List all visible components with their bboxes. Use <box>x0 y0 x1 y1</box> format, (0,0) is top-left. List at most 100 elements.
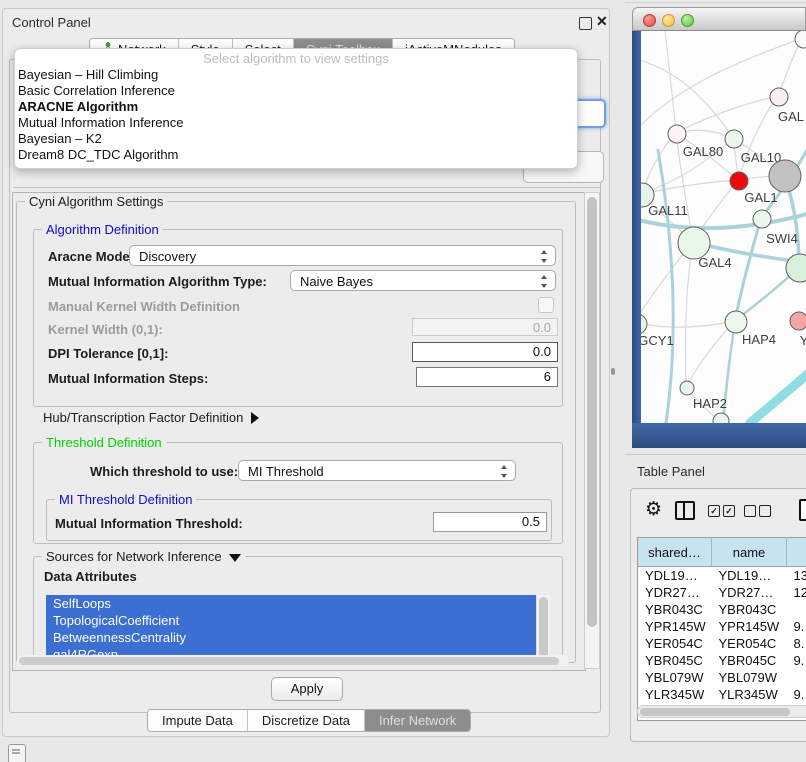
table-cell[interactable]: 9. <box>787 652 806 669</box>
settings-horizontal-scrollbar[interactable] <box>17 655 569 666</box>
attribute-item-topologicalcoefficient[interactable]: TopologicalCoefficient <box>46 612 550 629</box>
table-cell[interactable]: YBR045C <box>712 652 787 669</box>
table-cell[interactable]: 13 <box>787 567 806 585</box>
minimize-button[interactable] <box>662 14 675 27</box>
table-horizontal-scrollbar[interactable] <box>637 705 806 718</box>
node-attribute-table[interactable]: shared…nameA YDL19…YDL19…13YDR27…YDR27…1… <box>637 537 806 721</box>
network-node-gal80[interactable] <box>668 125 686 143</box>
table-cell[interactable]: 9. <box>787 618 806 635</box>
table-cell[interactable]: YDR27… <box>638 584 712 601</box>
table-cell[interactable]: YPR145W <box>638 618 712 635</box>
mi-steps-field[interactable]: 6 <box>416 367 558 387</box>
column-header-a[interactable]: A <box>787 538 806 567</box>
network-edge[interactable] <box>641 180 738 194</box>
network-edge[interactable] <box>658 150 673 423</box>
table-cell[interactable]: YPR145W <box>712 618 787 635</box>
table-row[interactable]: YDL19…YDL19…13 <box>638 567 806 585</box>
which-threshold-combobox[interactable]: MI Threshold <box>238 460 516 481</box>
kernel-width-field[interactable]: 0.0 <box>412 318 558 336</box>
network-edge[interactable] <box>735 218 761 321</box>
table-row[interactable]: YDR27…YDR27…12 <box>638 584 806 601</box>
network-node[interactable] <box>795 31 806 48</box>
table-cell[interactable] <box>787 669 806 686</box>
tab-discretize-data[interactable]: Discretize Data <box>248 710 365 731</box>
table-cell[interactable]: YER054C <box>712 635 787 652</box>
collapsed-panel-icon[interactable] <box>8 744 26 762</box>
split-columns-icon[interactable] <box>675 501 695 520</box>
deselect-all-icon[interactable] <box>744 505 756 517</box>
network-node[interactable] <box>769 160 801 192</box>
network-edge[interactable] <box>750 372 806 423</box>
table-cell[interactable]: YBL079W <box>638 669 712 686</box>
scrollbar-thumb[interactable] <box>640 708 790 716</box>
sources-title[interactable]: Sources for Network Inference <box>42 549 245 564</box>
network-node-gal10[interactable] <box>725 130 743 148</box>
close-icon[interactable]: ✕ <box>596 13 608 30</box>
table-header-row[interactable]: shared…nameA <box>638 538 806 567</box>
table-cell[interactable] <box>787 601 806 618</box>
settings-vertical-scrollbar[interactable] <box>584 192 600 669</box>
settings-gear-icon[interactable]: ⚙ <box>645 498 662 520</box>
list-vertical-scrollbar[interactable] <box>536 595 550 663</box>
table-cell[interactable]: YBL079W <box>712 669 787 686</box>
algorithm-option-dream8-dc-tdc-algorithm[interactable]: Dream8 DC_TDC Algorithm <box>15 147 577 163</box>
column-header-name[interactable]: name <box>712 538 787 567</box>
table-cell[interactable]: YLR345W <box>638 686 712 703</box>
manual-kernel-checkbox[interactable] <box>538 297 554 313</box>
table-row[interactable]: YBR043CYBR043C <box>638 601 806 618</box>
network-node-hap4[interactable] <box>725 311 747 333</box>
attribute-item-selfloops[interactable]: SelfLoops <box>46 595 550 612</box>
select-all-icon[interactable] <box>708 505 720 517</box>
table-cell[interactable]: YDR27… <box>712 584 787 601</box>
network-node-gal1[interactable] <box>730 172 748 190</box>
network-node-hap2[interactable] <box>680 381 694 395</box>
table-row[interactable]: YER054CYER054C8. <box>638 635 806 652</box>
table-row[interactable]: YBL079WYBL079W <box>638 669 806 686</box>
zoom-button[interactable] <box>681 14 694 27</box>
column-header-shared[interactable]: shared… <box>638 538 712 567</box>
table-row[interactable]: YPR145WYPR145W9. <box>638 618 806 635</box>
deselect-all-icon[interactable] <box>759 505 771 517</box>
select-all-icon[interactable] <box>723 505 735 517</box>
float-window-icon[interactable] <box>579 17 592 30</box>
network-node-gcy1[interactable] <box>641 314 647 334</box>
network-node[interactable] <box>713 413 729 423</box>
dpi-tolerance-field[interactable]: 0.0 <box>412 342 558 362</box>
attribute-item-betweennesscentrality[interactable]: BetweennessCentrality <box>46 629 550 646</box>
network-edge[interactable] <box>641 321 735 327</box>
algorithm-option-bayesian-hill-climbing[interactable]: Bayesian – Hill Climbing <box>15 67 577 83</box>
table-cell[interactable]: 12 <box>787 584 806 601</box>
close-button[interactable] <box>643 14 656 27</box>
scrollbar-thumb[interactable] <box>539 597 548 659</box>
split-pane-divider-handle[interactable] <box>611 368 615 375</box>
table-cell[interactable]: 8. <box>787 635 806 652</box>
algorithm-option-mutual-information-inference[interactable]: Mutual Information Inference <box>15 115 577 131</box>
data-attributes-list[interactable]: SelfLoopsTopologicalCoefficientBetweenne… <box>46 595 550 663</box>
table-cell[interactable]: YBR043C <box>638 601 712 618</box>
network-edge[interactable] <box>686 242 693 387</box>
scrollbar-thumb[interactable] <box>587 197 597 627</box>
network-node-swi4[interactable] <box>753 210 771 228</box>
mi-threshold-field[interactable]: 0.5 <box>433 512 547 532</box>
tab-impute-data[interactable]: Impute Data <box>148 710 248 731</box>
algorithm-option-basic-correlation-inference[interactable]: Basic Correlation Inference <box>15 83 577 99</box>
document-icon[interactable] <box>799 499 806 521</box>
network-view-canvas[interactable]: GALGAL80GAL10GAL1GAL11SWI4GAL4GCY1HAP4YH… <box>641 31 806 423</box>
network-edge[interactable] <box>665 31 676 133</box>
table-cell[interactable]: YER054C <box>638 635 712 652</box>
tab-infer-network[interactable]: Infer Network <box>365 710 470 731</box>
table-cell[interactable]: YBR045C <box>638 652 712 669</box>
table-cell[interactable]: YLR345W <box>712 686 787 703</box>
algorithm-option-aracne-algorithm[interactable]: ARACNE Algorithm <box>15 99 577 115</box>
algorithm-option-bayesian-k2[interactable]: Bayesian – K2 <box>15 131 577 147</box>
apply-button[interactable]: Apply <box>271 677 343 701</box>
table-cell[interactable]: YBR043C <box>712 601 787 618</box>
table-cell[interactable]: YDL19… <box>712 567 787 585</box>
network-window-titlebar[interactable] <box>632 7 806 31</box>
network-edge[interactable] <box>676 96 778 133</box>
network-node-gal[interactable] <box>770 88 788 106</box>
network-node-y[interactable] <box>790 312 806 330</box>
table-cell[interactable]: 9. <box>787 686 806 703</box>
table-cell[interactable]: YDL19… <box>638 567 712 585</box>
aracne-mode-combobox[interactable]: Discovery <box>129 245 556 266</box>
